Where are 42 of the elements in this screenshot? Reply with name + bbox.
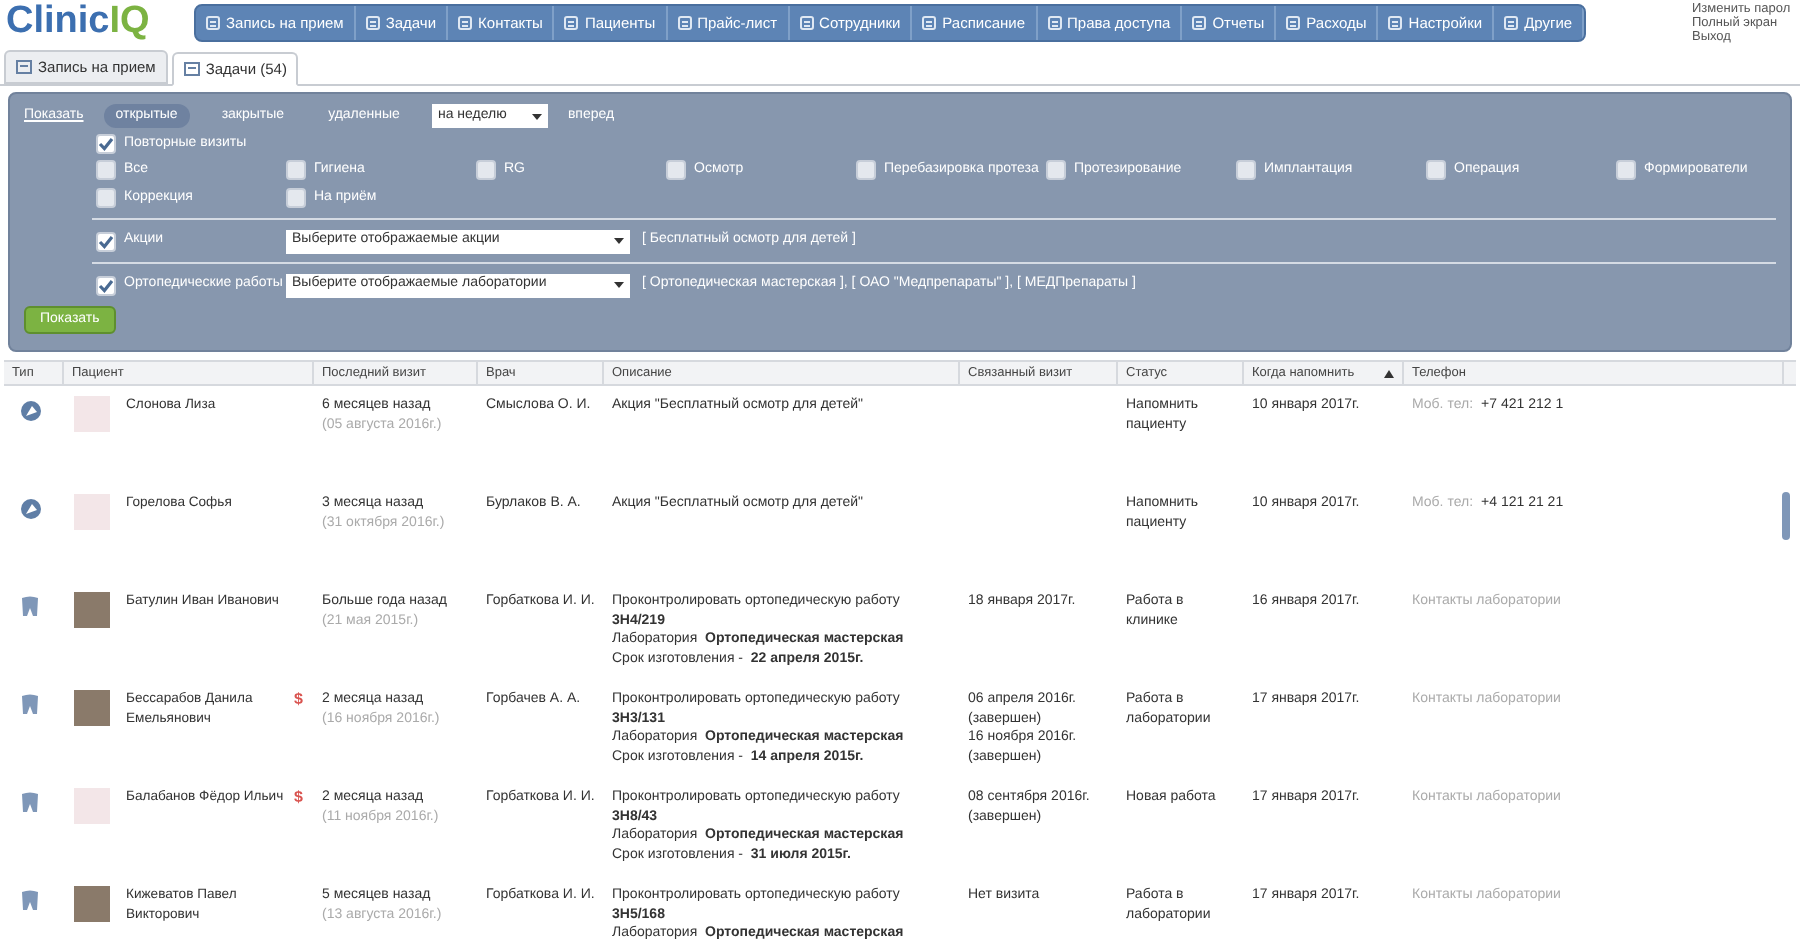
list-icon [922, 16, 937, 30]
list-icon [799, 16, 814, 30]
checkbox[interactable] [1616, 160, 1636, 180]
list-icon [564, 16, 579, 30]
list-icon [1388, 16, 1403, 30]
checkbox[interactable] [96, 134, 116, 154]
checkbox[interactable] [96, 160, 116, 180]
check-icon [98, 233, 114, 249]
checkbox[interactable] [1236, 160, 1256, 180]
caret-icon [531, 113, 542, 119]
caret-icon [614, 282, 624, 288]
checkbox[interactable] [1046, 160, 1066, 180]
checkbox[interactable] [666, 160, 686, 180]
check-icon [98, 277, 114, 293]
checkbox[interactable] [856, 160, 876, 180]
list-icon [1286, 16, 1301, 30]
checkbox[interactable] [476, 160, 496, 180]
debt-mark: $ [294, 690, 303, 708]
list-icon [677, 16, 692, 30]
list-icon [1192, 16, 1207, 30]
list-icon [1504, 16, 1519, 30]
tab-icon [16, 60, 32, 74]
caret-icon [614, 238, 624, 244]
checkbox[interactable] [286, 188, 306, 208]
checkbox[interactable] [96, 275, 116, 295]
tab-icon [183, 62, 200, 76]
tooth-icon [20, 890, 40, 912]
tooth-icon [20, 792, 40, 814]
checkbox[interactable] [96, 231, 116, 251]
debt-mark: $ [294, 788, 303, 806]
checkbox[interactable] [1426, 160, 1446, 180]
tooth-icon [20, 596, 40, 618]
checkbox[interactable] [96, 188, 116, 208]
scrollbar-thumb[interactable] [1782, 492, 1790, 540]
list-icon [206, 16, 220, 30]
check-icon [98, 136, 114, 152]
logo: ClinicIQ [4, 0, 152, 44]
checkbox[interactable] [286, 160, 306, 180]
list-icon [365, 16, 380, 30]
list-icon [1047, 16, 1062, 30]
list-icon [458, 16, 473, 30]
tooth-icon [20, 694, 40, 716]
